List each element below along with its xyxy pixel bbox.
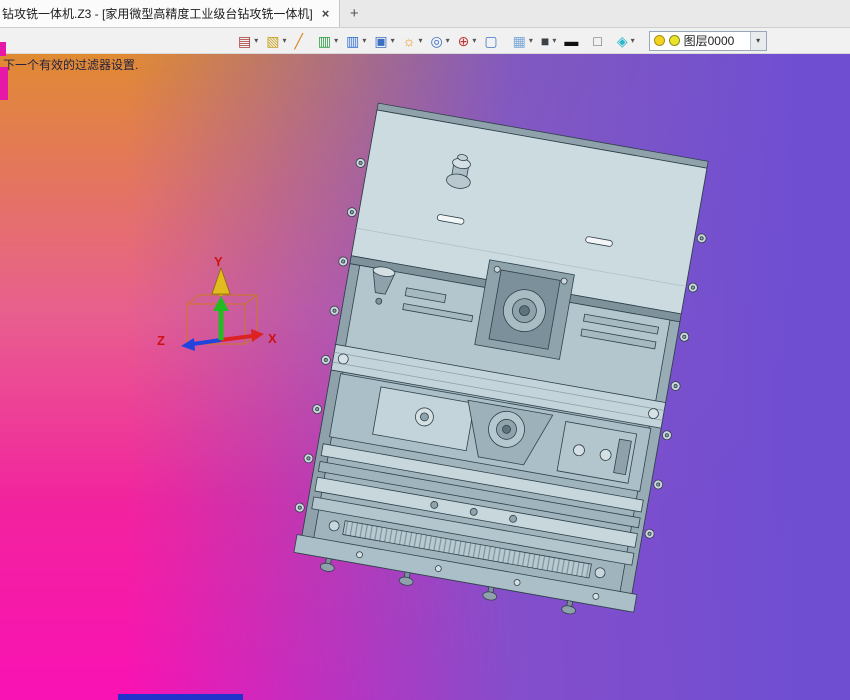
tab-bar: 钻攻铣一体机.Z3 - [家用微型高精度工业级台钻攻铣一体机] × + xyxy=(0,0,850,28)
dropdown-arrow-icon[interactable]: ▾ xyxy=(550,36,558,45)
zoom-icon-glyph: ◎ xyxy=(430,32,443,49)
bottom-bar-fragment xyxy=(118,694,243,700)
dropdown-arrow-icon[interactable]: ▾ xyxy=(280,36,288,45)
z-axis xyxy=(192,338,222,346)
shaded-view-icon[interactable]: ◈ ▾ xyxy=(615,30,639,52)
display-icon-glyph: ■ xyxy=(540,32,550,49)
tab-title: 钻攻铣一体机.Z3 - [家用微型高精度工业级台钻攻铣一体机] xyxy=(2,7,313,21)
grid-icon[interactable]: ▦ ▾ xyxy=(511,30,537,52)
paste-icon-glyph: ▤ xyxy=(238,32,252,49)
layer-combo[interactable]: 图层0000 ▾ xyxy=(648,30,767,51)
material-green-icon[interactable]: ▥ ▾ xyxy=(316,30,342,52)
machine-model[interactable] xyxy=(285,101,719,626)
document-tab[interactable]: 钻攻铣一体机.Z3 - [家用微型高精度工业级台钻攻铣一体机] × xyxy=(0,0,341,27)
material-green-icon-glyph: ▥ xyxy=(317,32,332,49)
layer-stack-icon[interactable]: ▣ ▾ xyxy=(372,30,398,52)
main-toolbar: ▤ ▾ ▧ ▾ ╱ ▥ ▾ ▥ ▾ ▣ ▾ ☼ ▾ ◎ ▾ ⊕ ▾ ▢ ▦ ▾ … xyxy=(0,28,850,54)
y-axis-label: Y xyxy=(214,254,223,269)
dropdown-arrow-icon[interactable]: ▾ xyxy=(252,36,260,45)
dropdown-arrow-icon[interactable]: ▾ xyxy=(629,36,637,45)
z-axis-label: Z xyxy=(157,333,165,348)
dropdown-arrow-icon[interactable]: ▾ xyxy=(360,36,368,45)
dropdown-arrow-icon[interactable]: ▾ xyxy=(332,36,340,45)
dropdown-arrow-icon[interactable]: ▾ xyxy=(389,36,397,45)
color-swatch-icon[interactable]: □ xyxy=(591,30,612,52)
shaded-view-icon-glyph: ◈ xyxy=(616,32,628,49)
pencil-icon-glyph: ╱ xyxy=(294,32,303,49)
line-width-icon-glyph: ▬ xyxy=(564,32,579,49)
dropdown-arrow-icon[interactable]: ▾ xyxy=(416,36,424,45)
material-blue-icon[interactable]: ▥ ▾ xyxy=(344,30,370,52)
combo-dropdown-icon[interactable]: ▾ xyxy=(749,31,766,50)
new-tab-button[interactable]: + xyxy=(340,0,368,27)
axis-triad[interactable]: Y X Z xyxy=(157,254,277,351)
dropdown-arrow-icon[interactable]: ▾ xyxy=(527,36,535,45)
paste-icon[interactable]: ▤ ▾ xyxy=(236,30,262,52)
dropdown-arrow-icon[interactable]: ▾ xyxy=(444,36,452,45)
color-swatch-icon-glyph: □ xyxy=(593,32,602,49)
spindle-assembly xyxy=(474,259,575,360)
select-region-icon-glyph: ▢ xyxy=(484,32,498,49)
layer-combo-value: 图层0000 xyxy=(683,34,735,48)
display-icon[interactable]: ■ ▾ xyxy=(539,30,560,52)
viewport-3d[interactable]: 下一个有效的过滤器设置. Y X Z xyxy=(0,54,850,700)
select-region-icon[interactable]: ▢ xyxy=(482,30,508,52)
locator-pin-icon-glyph: ⊕ xyxy=(457,32,470,49)
locator-pin-icon[interactable]: ⊕ ▾ xyxy=(456,30,481,52)
zoom-icon[interactable]: ◎ ▾ xyxy=(428,30,453,52)
left-panel-fragment xyxy=(0,67,8,100)
x-axis-label: X xyxy=(268,331,277,346)
pencil-icon[interactable]: ╱ xyxy=(292,30,313,52)
tab-close-icon[interactable]: × xyxy=(320,6,332,21)
bulb-icon xyxy=(653,35,665,46)
layer-color-icon xyxy=(668,35,680,46)
dropdown-arrow-icon[interactable]: ▾ xyxy=(470,36,478,45)
gear-icon[interactable]: ☼ ▾ xyxy=(401,30,427,52)
grid-icon-glyph: ▦ xyxy=(512,32,526,49)
gear-icon-glyph: ☼ xyxy=(402,32,416,49)
x-axis xyxy=(220,334,253,342)
cad-scene[interactable]: Y X Z xyxy=(0,54,850,700)
material-blue-icon-glyph: ▥ xyxy=(346,32,360,49)
z-axis-arrowhead xyxy=(181,338,195,351)
fill-color-icon[interactable]: ▧ ▾ xyxy=(264,30,290,52)
left-panel-fragment xyxy=(0,42,6,56)
fill-color-icon-glyph: ▧ xyxy=(266,32,280,49)
y-handle-cone xyxy=(211,266,231,295)
line-width-icon[interactable]: ▬ xyxy=(562,30,589,52)
layer-stack-icon-glyph: ▣ xyxy=(374,32,388,49)
